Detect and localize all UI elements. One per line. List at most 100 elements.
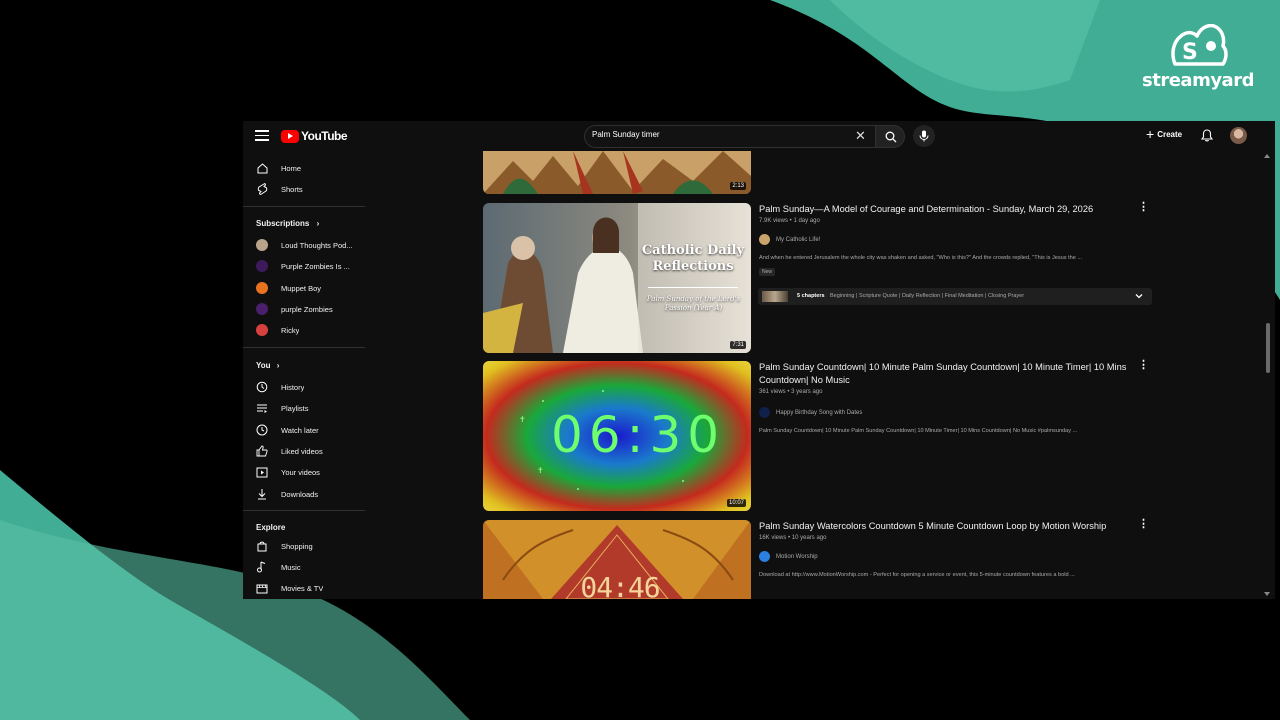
video-thumbnail[interactable]: ✝ ✝ 06:30 10:07 [483,361,751,511]
search-button[interactable] [875,125,905,148]
thumbnail-title: Catholic Daily Reflections [641,243,745,274]
channel-name: Happy Birthday Song with Dates [776,409,863,416]
sidebar-item-movies-tv[interactable]: Movies & TV [256,580,366,596]
explore-header: Explore [256,523,285,532]
music-icon [256,561,268,573]
plus-icon: + [1146,126,1155,142]
sidebar-item-music[interactable]: Music [256,559,366,575]
sidebar-item-liked-videos[interactable]: Liked videos [256,443,366,459]
sidebar-item-label: Movies & TV [281,583,324,593]
more-options-icon[interactable]: ⋮ [1138,202,1149,213]
channel-link[interactable]: Motion Worship [759,551,818,562]
channel-link[interactable]: Happy Birthday Song with Dates [759,407,862,418]
sidebar-item-label: Playlists [281,403,309,413]
your-videos-icon [256,466,268,478]
movies-icon [256,582,268,594]
sidebar-item-playlists[interactable]: Playlists [256,400,366,416]
svg-text:S: S [1182,40,1198,65]
chapters-list: Beginning | Scripture Quote | Daily Refl… [830,293,1025,299]
you-header[interactable]: You › [256,361,279,370]
sidebar-item-your-videos[interactable]: Your videos [256,464,366,480]
thumbnail-image [483,203,751,353]
sidebar-item-subscription[interactable]: Ricky [256,322,366,338]
notifications-icon[interactable] [1200,129,1214,147]
chevron-right-icon: › [316,219,320,228]
sidebar-item-label: Music [281,562,301,572]
voice-search-button[interactable] [913,125,935,147]
sidebar-item-shorts[interactable]: Shorts [256,181,366,197]
channel-avatar [256,282,268,294]
video-meta: 7.9K views • 1 day ago [759,218,820,224]
channel-avatar [256,303,268,315]
sidebar-item-label: Loud Thoughts Pod... [281,240,353,250]
chapter-thumbnail [762,291,788,302]
scrollbar[interactable] [1263,151,1275,599]
logo-text: YouTube [301,129,348,143]
video-description: And when he entered Jerusalem the whole … [759,255,1083,261]
download-icon [256,488,268,500]
bell-icon [1200,129,1214,142]
sidebar-item-label: Ricky [281,325,300,335]
sidebar-item-label: Home [281,163,302,173]
video-description: Download at http://www.MotionWorship.com… [759,572,1075,578]
video-title[interactable]: Palm Sunday—A Model of Courage and Deter… [759,203,1129,216]
scroll-thumb[interactable] [1266,323,1270,373]
sidebar-item-shopping[interactable]: Shopping [256,538,366,554]
sidebar-item-home[interactable]: Home [256,160,366,176]
video-thumbnail[interactable]: 2:13 [483,151,751,194]
scroll-down-arrow[interactable] [1264,592,1270,596]
sidebar-item-label: purple Zombies [281,304,333,314]
sidebar-item-label: Liked videos [281,446,323,456]
playlists-icon [256,402,268,414]
sidebar-item-label: Downloads [281,489,319,499]
divider [243,510,365,511]
sidebar-item-subscription[interactable]: Loud Thoughts Pod... [256,237,366,253]
streamyard-logo: S streamyard [1140,24,1256,91]
video-title[interactable]: Palm Sunday Countdown| 10 Minute Palm Su… [759,361,1129,387]
video-description: Palm Sunday Countdown| 10 Minute Palm Su… [759,428,1078,434]
sidebar-item-label: Your videos [281,467,320,477]
sidebar-item-subscription[interactable]: purple Zombies [256,301,366,317]
brand-text: streamyard [1142,70,1254,91]
channel-link[interactable]: My Catholic Life! [759,234,820,245]
menu-icon[interactable] [255,130,269,142]
sidebar-item-downloads[interactable]: Downloads [256,486,366,502]
channel-avatar [759,234,770,245]
explore-label: Explore [256,523,286,532]
clear-search-icon[interactable]: ✕ [855,129,866,143]
video-meta: 361 views • 3 years ago [759,389,823,395]
video-title[interactable]: Palm Sunday Watercolors Countdown 5 Minu… [759,520,1129,533]
video-thumbnail[interactable]: Catholic Daily Reflections Palm Sunday o… [483,203,751,353]
sidebar-item-label: Shorts [281,184,303,194]
video-duration: 10:07 [726,499,746,507]
sidebar-item-watch-later[interactable]: Watch later [256,422,366,438]
shopping-icon [256,540,268,552]
more-options-icon[interactable]: ⋮ [1138,360,1149,371]
chapters-bar[interactable]: 5 chapters Beginning | Scripture Quote |… [758,288,1152,305]
video-meta: 16K views • 10 years ago [759,535,827,541]
subscriptions-header[interactable]: Subscriptions › [256,219,319,228]
shorts-icon [256,183,268,195]
chevron-down-icon [1135,294,1143,299]
scroll-up-arrow[interactable] [1264,154,1270,158]
sidebar-item-history[interactable]: History [256,379,366,395]
sidebar-item-subscription[interactable]: Purple Zombies Is ... [256,258,366,274]
more-options-icon[interactable]: ⋮ [1138,519,1149,530]
sidebar: Home Shorts Subscriptions › Loud Thought… [243,151,368,599]
new-badge: New [759,268,776,276]
video-thumbnail[interactable]: 04:46 [483,520,751,599]
account-avatar[interactable] [1230,127,1247,144]
youtube-window: YouTube ✕ + Create [243,121,1275,599]
create-button[interactable]: + Create [1146,126,1182,142]
subscriptions-label: Subscriptions [256,219,310,228]
divider [243,347,365,348]
countdown-time: 06:30 [551,406,726,464]
search-input[interactable] [592,130,842,139]
channel-avatar [759,407,770,418]
youtube-logo[interactable]: YouTube [281,129,348,143]
sidebar-item-subscription[interactable]: Muppet Boy [256,280,366,296]
channel-avatar [256,324,268,336]
divider [243,206,365,207]
channel-name: My Catholic Life! [776,236,821,243]
channel-avatar [256,260,268,272]
